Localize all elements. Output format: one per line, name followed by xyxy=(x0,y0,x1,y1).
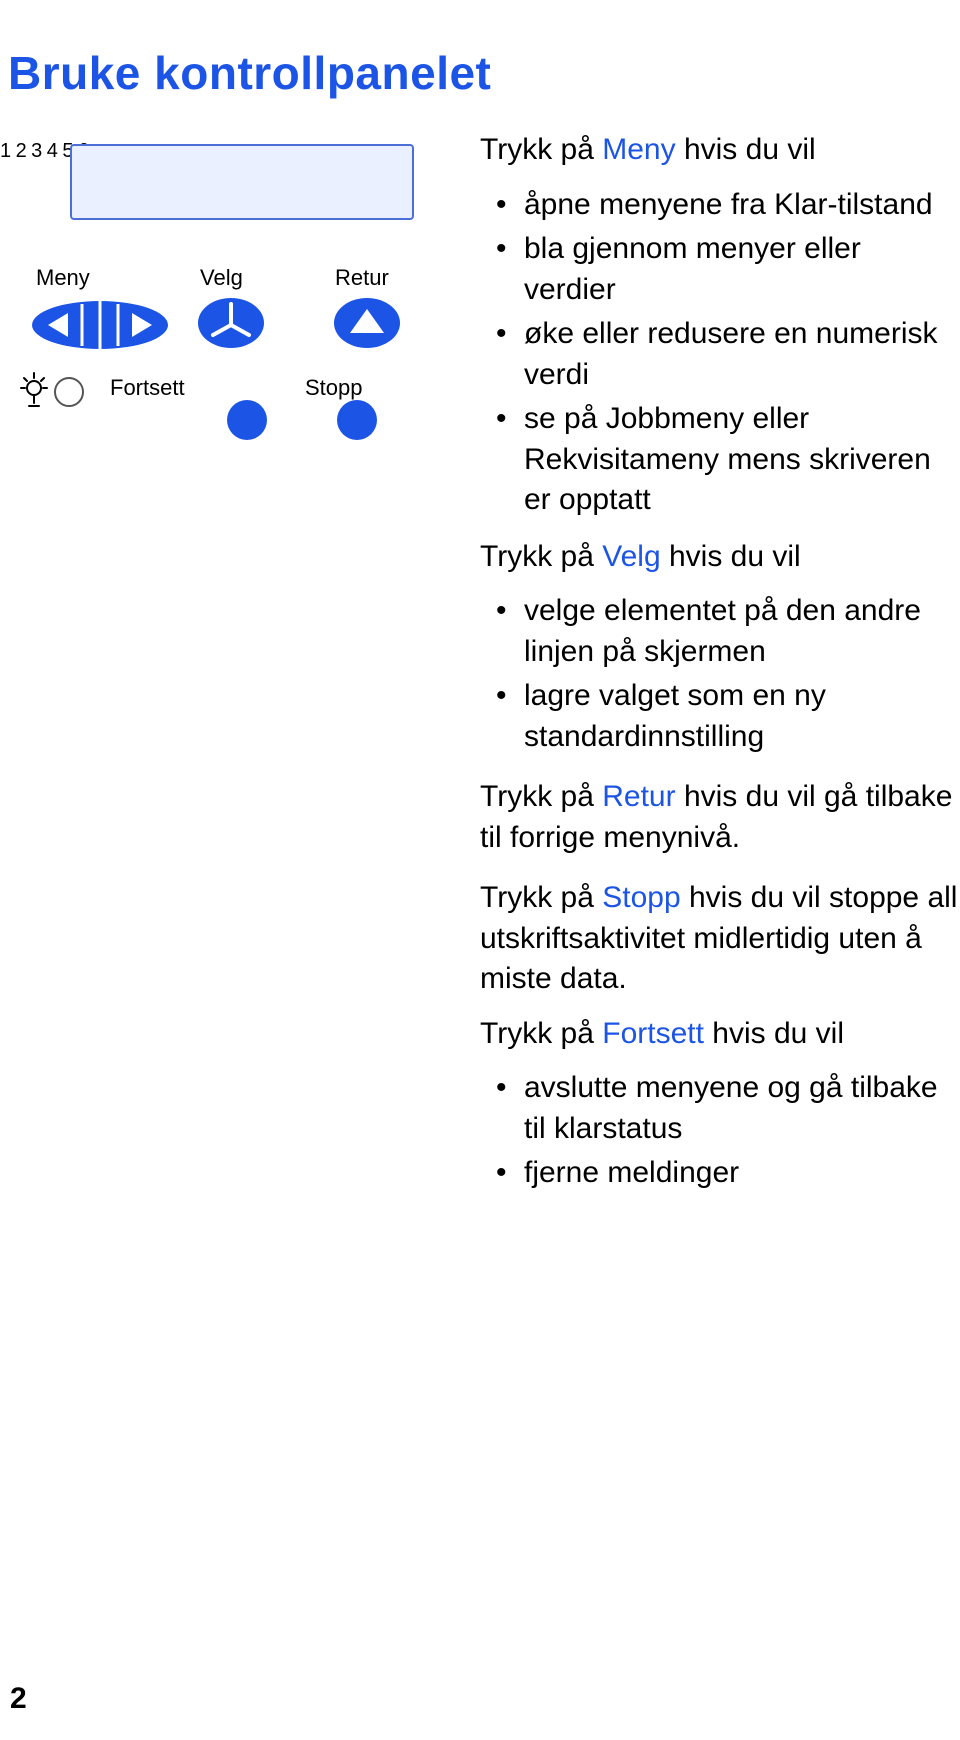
list-item: fjerne meldinger xyxy=(480,1153,960,1194)
section-fortsett-lead: Trykk på Fortsett hvis du vil xyxy=(480,1014,960,1055)
display-screen xyxy=(70,144,414,220)
keyword-velg: Velg xyxy=(602,540,660,573)
text: Trykk på xyxy=(480,133,602,166)
control-panel-figure: 1 Meny 2 Velg 3 Retur 4 xyxy=(0,140,480,480)
list-item: øke eller redusere en numerisk verdi xyxy=(480,314,960,395)
text: Trykk på xyxy=(480,1017,602,1050)
label-retur: Retur xyxy=(335,265,389,291)
retur-button-icon xyxy=(332,295,402,351)
text: hvis du vil xyxy=(676,133,816,166)
text: Trykk på xyxy=(480,780,602,813)
list-item: velge elementet på den andre linjen på s… xyxy=(480,591,960,672)
text: hvis du vil xyxy=(661,540,801,573)
ref-num-2: 2 xyxy=(16,140,27,162)
section-velg-list: velge elementet på den andre linjen på s… xyxy=(480,591,960,757)
page-title: Bruke kontrollpanelet xyxy=(8,46,960,100)
meny-button-icon xyxy=(30,298,170,352)
text-column: Trykk på Meny hvis du vil åpne menyene f… xyxy=(480,130,960,1210)
section-retur-para: Trykk på Retur hvis du vil gå tilbake ti… xyxy=(480,777,960,858)
section-velg-lead: Trykk på Velg hvis du vil xyxy=(480,537,960,578)
label-velg: Velg xyxy=(200,265,243,291)
stopp-button-icon xyxy=(335,398,379,442)
list-item: avslutte menyene og gå tilbake til klars… xyxy=(480,1068,960,1149)
list-item: lagre valget som en ny standardinnstilli… xyxy=(480,676,960,757)
list-item: bla gjennom menyer eller verdier xyxy=(480,229,960,310)
page-number: 2 xyxy=(10,1682,27,1716)
indicator-light-icon xyxy=(19,370,89,414)
content-columns: 1 Meny 2 Velg 3 Retur 4 xyxy=(0,130,960,1210)
ref-num-4: 4 xyxy=(47,140,58,162)
figure-column: 1 Meny 2 Velg 3 Retur 4 xyxy=(0,130,480,480)
list-item: se på Jobbmeny eller Rekvisitameny mens … xyxy=(480,399,960,521)
document-page: Bruke kontrollpanelet 1 Meny 2 Velg 3 Re… xyxy=(0,0,960,1740)
keyword-meny: Meny xyxy=(602,133,675,166)
label-meny: Meny xyxy=(36,265,90,291)
section-fortsett-list: avslutte menyene og gå tilbake til klars… xyxy=(480,1068,960,1194)
keyword-retur: Retur xyxy=(602,780,675,813)
keyword-fortsett: Fortsett xyxy=(602,1017,704,1050)
list-item: åpne menyene fra Klar-tilstand xyxy=(480,185,960,226)
section-meny-list: åpne menyene fra Klar-tilstand bla gjenn… xyxy=(480,185,960,521)
section-meny-lead: Trykk på Meny hvis du vil xyxy=(480,130,960,171)
label-fortsett: Fortsett xyxy=(110,375,185,401)
text: Trykk på xyxy=(480,540,602,573)
ref-num-3: 3 xyxy=(31,140,42,162)
keyword-stopp: Stopp xyxy=(602,881,680,914)
section-stopp-para: Trykk på Stopp hvis du vil stoppe all ut… xyxy=(480,878,960,1000)
fortsett-button-icon xyxy=(225,398,269,442)
text: Trykk på xyxy=(480,881,602,914)
text: hvis du vil xyxy=(704,1017,844,1050)
ref-num-1: 1 xyxy=(0,140,11,162)
velg-button-icon xyxy=(196,295,266,351)
